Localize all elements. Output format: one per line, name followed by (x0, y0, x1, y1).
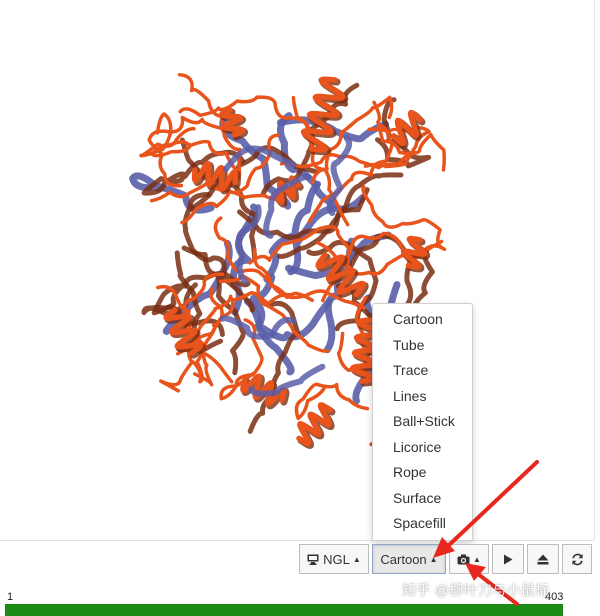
caret-up-icon: ▲ (429, 554, 438, 564)
caret-up-icon: ▲ (352, 554, 361, 564)
menu-item-surface[interactable]: Surface (373, 486, 472, 512)
ngl-menu-button[interactable]: NGL ▲ (299, 544, 369, 574)
menu-item-licorice[interactable]: Licorice (373, 435, 472, 461)
viewer-divider (0, 540, 594, 541)
representation-label: Cartoon (380, 551, 427, 567)
caret-up-icon: ▲ (473, 554, 481, 564)
sequence-start-label: 1 (7, 591, 14, 603)
representation-select-button[interactable]: Cartoon ▲ (372, 544, 446, 574)
refresh-button[interactable] (562, 544, 592, 574)
menu-item-tube[interactable]: Tube (373, 333, 472, 359)
menu-item-rope[interactable]: Rope (373, 460, 472, 486)
watermark-text: 知乎 @柳叶刀与小鼠标 (402, 582, 550, 598)
play-button[interactable] (492, 544, 524, 574)
menu-item-cartoon[interactable]: Cartoon (373, 307, 472, 333)
sequence-bar[interactable] (5, 604, 563, 616)
camera-icon (457, 554, 470, 564)
representation-dropdown-menu: Cartoon Tube Trace Lines Ball+Stick Lico… (372, 303, 473, 541)
molecule-viewer[interactable] (0, 0, 595, 540)
eject-button[interactable] (527, 544, 559, 574)
eject-icon (537, 554, 549, 564)
refresh-icon (571, 553, 583, 565)
screenshot-button[interactable]: ▲ (449, 544, 489, 574)
menu-item-trace[interactable]: Trace (373, 358, 472, 384)
menu-item-lines[interactable]: Lines (373, 384, 472, 410)
monitor-icon (307, 554, 319, 565)
ngl-label: NGL (323, 551, 350, 567)
play-icon (504, 554, 513, 564)
protein-cartoon-render[interactable] (0, 0, 594, 540)
menu-item-spacefill[interactable]: Spacefill (373, 511, 472, 537)
alpha-helix (300, 76, 346, 153)
menu-item-ball-stick[interactable]: Ball+Stick (373, 409, 472, 435)
